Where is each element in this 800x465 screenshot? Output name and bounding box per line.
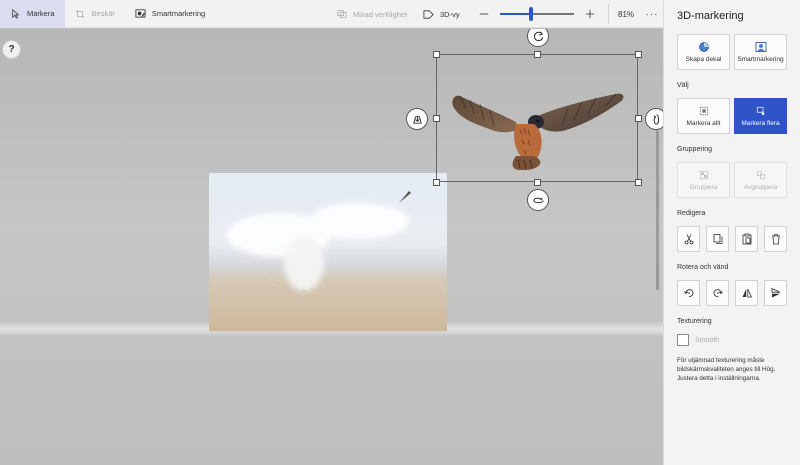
make-sticker-label: Skapa dekal [685,56,722,63]
group-button[interactable]: Gruppera [677,162,730,198]
group-label: Gruppera [689,184,718,191]
rotate-y-icon [653,113,659,125]
paste-button[interactable] [735,226,758,252]
magic-select-panel-label: Smartmarkering [737,56,784,63]
flip-vertical-icon [771,287,780,298]
edit-section-label: Redigera [677,210,706,217]
grouping-section-label: Gruppering [677,146,713,153]
ungroup-label: Avgruppera [743,184,778,191]
rotate-left-button[interactable] [677,280,700,306]
rotate-y-handle[interactable] [645,108,663,130]
cursor-icon [10,8,21,19]
magic-select-button[interactable]: Smartmarkering [125,0,215,28]
smooth-label: Smooth [695,336,720,344]
crop-icon [75,8,86,19]
help-button[interactable]: ? [2,40,21,59]
texture-section-label: Texturering [677,318,712,325]
resize-handle-top-left[interactable] [433,51,440,58]
copy-icon [713,234,722,244]
zoom-out-button[interactable] [478,8,490,20]
delete-button[interactable] [764,226,787,252]
magic-select-panel-icon [755,41,767,53]
view-3d-label: 3D-vy [440,9,460,19]
magic-select-icon [135,8,146,19]
select-multiple-label: Markera flera [741,120,780,127]
toolbar-divider [608,4,609,24]
resize-handle-right[interactable] [635,115,642,122]
background-photo[interactable] [209,173,447,331]
zoom-percentage: 81% [618,9,635,19]
smooth-checkbox[interactable] [677,334,689,346]
group-icon [698,169,710,181]
more-options-button[interactable]: ··· [642,0,662,28]
resize-handle-bottom-right[interactable] [635,179,642,186]
crop-tool-button[interactable]: Beskär [65,0,125,28]
select-all-button[interactable]: Markera allt [677,98,730,134]
falcon-3d-object[interactable] [446,64,628,172]
faded-bird-image [227,191,411,297]
ungroup-icon [755,169,767,181]
select-all-icon [698,105,710,117]
rotate-z-handle[interactable] [527,29,549,47]
flip-horizontal-button[interactable] [735,280,758,306]
make-sticker-button[interactable]: Skapa dekal [677,34,730,70]
resize-handle-left[interactable] [433,115,440,122]
rotate-right-icon [713,289,723,297]
select-multiple-icon [755,105,767,117]
copy-button[interactable] [706,226,729,252]
canvas-scrollbar[interactable] [656,130,659,290]
rotate-left-icon [683,289,693,297]
zoom-slider[interactable] [500,7,574,21]
depth-handle[interactable] [406,108,428,130]
select-tool-label: Markera [27,9,55,18]
select-all-label: Markera allt [686,120,721,127]
crop-tool-label: Beskär [91,9,115,18]
canvas-area[interactable]: ? [0,29,663,465]
select-multiple-button[interactable]: Markera flera [734,98,787,134]
magic-select-panel-button[interactable]: Smartmarkering [734,34,787,70]
flip-vertical-button[interactable] [764,280,787,306]
select-section-label: Välj [677,82,689,89]
resize-handle-top[interactable] [534,51,541,58]
cut-button[interactable] [677,226,700,252]
zoom-control [478,0,596,28]
paste-icon [742,233,751,245]
trash-icon [771,234,780,245]
view-3d-icon [423,9,434,20]
scissors-icon [684,234,693,245]
ungroup-button[interactable]: Avgruppera [734,162,787,198]
resize-handle-bottom[interactable] [534,179,541,186]
depth-icon [412,115,422,124]
select-tool-button[interactable]: Markera [0,0,65,28]
resize-handle-top-right[interactable] [635,51,642,58]
rotate-section-label: Rotera och vänd [677,264,729,271]
zoom-in-button[interactable] [584,8,596,20]
mixed-reality-button[interactable]: Mixad verklighet [326,0,417,28]
rotate-x-icon [532,197,544,203]
mixed-reality-icon [336,9,347,20]
zoom-slider-fill [500,13,532,15]
resize-handle-bottom-left[interactable] [433,179,440,186]
rotate-x-handle[interactable] [527,189,549,211]
mixed-reality-label: Mixad verklighet [353,9,408,19]
texture-info-text: För utjämnad texturering måste bildskärm… [677,357,776,382]
properties-panel: 3D-markering Skapa dekal Smartmarkering … [663,0,800,465]
magic-select-label: Smartmarkering [151,9,206,18]
flip-horizontal-icon [742,288,752,298]
rotate-right-button[interactable] [706,280,729,306]
rotate-icon [533,31,543,41]
panel-title: 3D-markering [677,10,744,22]
view-3d-button[interactable]: 3D-vy [413,0,470,28]
sticker-icon [698,41,710,53]
zoom-slider-thumb[interactable] [529,7,534,21]
